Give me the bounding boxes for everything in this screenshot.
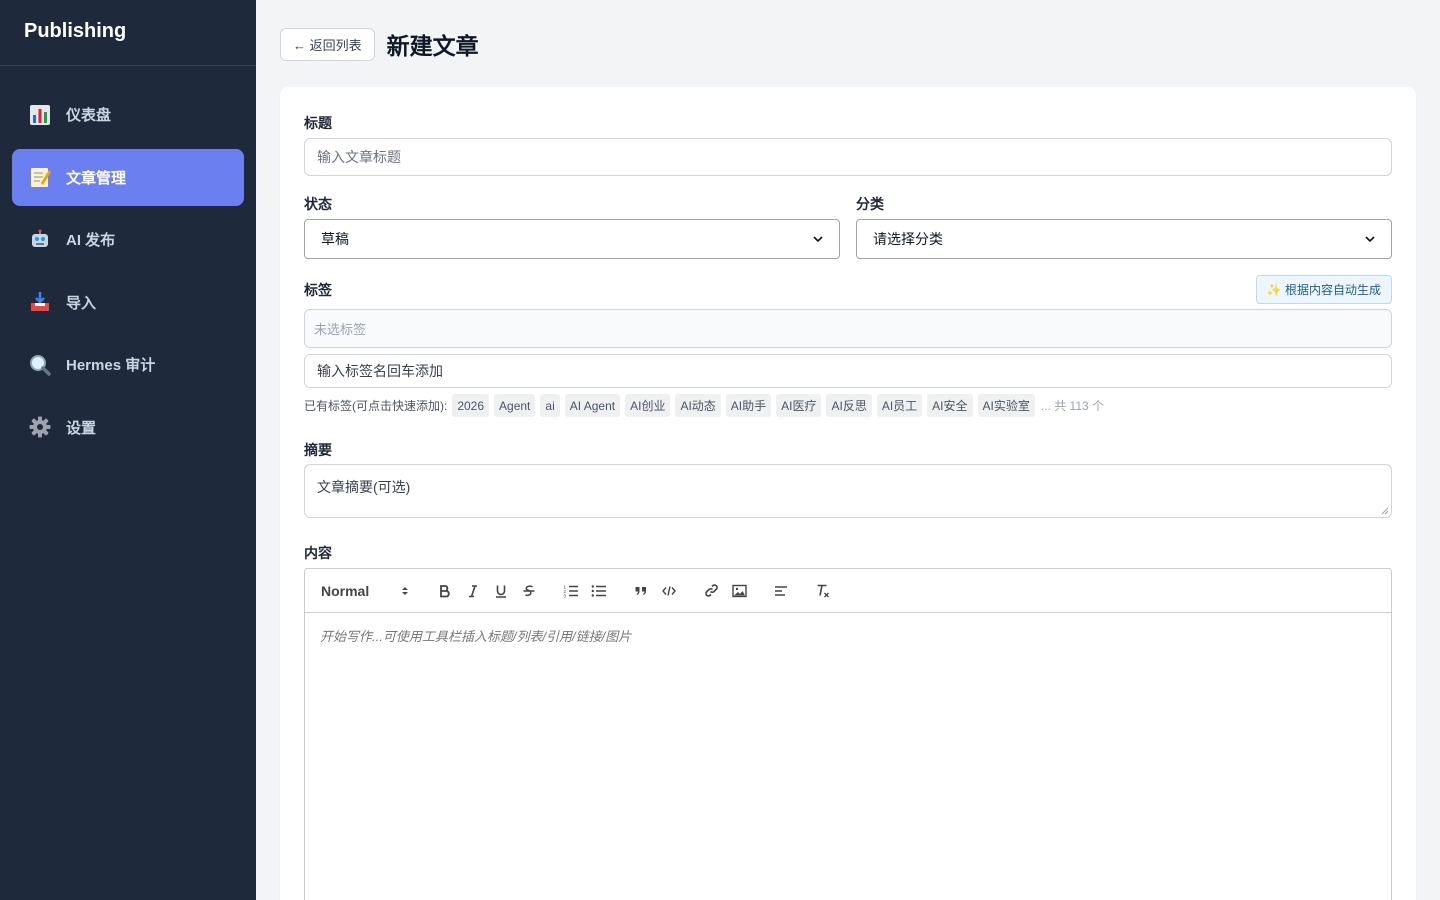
blockquote-icon[interactable] — [627, 579, 655, 603]
sidebar-item-hermes-audit[interactable]: Hermes 审计 — [12, 336, 244, 393]
sidebar-item-label: Hermes 审计 — [66, 357, 156, 374]
sidebar-item-label: AI 发布 — [66, 232, 116, 249]
category-label: 分类 — [856, 196, 884, 212]
sidebar-item-label: 设置 — [66, 419, 97, 437]
back-to-list-button[interactable]: ← 返回列表 — [280, 27, 375, 61]
sidebar-item-articles[interactable]: 文章管理 — [12, 148, 244, 206]
resize-handle-icon[interactable] — [1381, 507, 1389, 515]
clear-format-icon[interactable] — [809, 579, 837, 603]
sidebar-item-import[interactable]: 导入 — [12, 274, 244, 331]
brand-logo: Publishing — [0, 0, 256, 66]
main-content: ← 返回列表 新建文章 标题 输入文章标题 状态 草稿 分类 请选择分类 标签 … — [256, 0, 1440, 900]
status-label: 状态 — [304, 196, 332, 212]
rich-text-editor: Normal 123 开始写作...可使用工具栏插入标题/列表/引用/链接/图片 — [304, 568, 1392, 900]
tag-input[interactable]: 输入标签名回车添加 — [304, 354, 1392, 388]
tag-chip[interactable]: AI创业 — [625, 394, 671, 417]
tag-chip[interactable]: ai — [540, 394, 560, 417]
inbox-tray-icon — [28, 290, 52, 314]
code-block-icon[interactable] — [655, 579, 683, 603]
page-title: 新建文章 — [386, 33, 479, 59]
link-icon[interactable] — [697, 579, 725, 603]
tag-chip[interactable]: AI员工 — [876, 394, 923, 417]
sidebar-item-dashboard[interactable]: 仪表盘 — [12, 86, 244, 143]
existing-tags-row: 已有标签(可点击快速添加): 2026 Agent ai AI Agent AI… — [304, 394, 1104, 417]
existing-tags-more: ... 共 113 个 — [1040, 399, 1104, 413]
tag-chip[interactable]: AI反思 — [826, 394, 872, 417]
summary-label: 摘要 — [304, 442, 332, 458]
summary-textarea[interactable]: 文章摘要(可选) — [304, 464, 1392, 518]
article-form: 标题 输入文章标题 状态 草稿 分类 请选择分类 标签 ✨ 根据内容自动生成 未… — [280, 87, 1416, 900]
sidebar: Publishing 仪表盘 文章管理 AI 发布 导入 Hermes 审计 设… — [0, 0, 256, 900]
heading-select-value: Normal — [321, 582, 370, 599]
bullet-list-icon[interactable] — [585, 579, 613, 603]
ordered-list-icon[interactable]: 123 — [557, 579, 585, 603]
status-select[interactable]: 草稿 — [304, 219, 840, 259]
auto-generate-tags-button[interactable]: ✨ 根据内容自动生成 — [1255, 275, 1392, 304]
title-placeholder: 输入文章标题 — [317, 149, 401, 165]
sidebar-item-ai-publish[interactable]: AI 发布 — [12, 211, 244, 268]
strikethrough-icon[interactable] — [515, 579, 543, 603]
content-label: 内容 — [304, 545, 332, 561]
tag-chip[interactable]: Agent — [494, 394, 536, 417]
chevron-down-icon — [813, 236, 823, 243]
italic-icon[interactable] — [459, 579, 487, 603]
tag-chip[interactable]: AI Agent — [564, 394, 621, 417]
align-left-icon[interactable] — [767, 579, 795, 603]
page-header: ← 返回列表 新建文章 — [280, 27, 479, 61]
sidebar-nav: 仪表盘 文章管理 AI 发布 导入 Hermes 审计 设置 — [0, 66, 256, 481]
heading-select[interactable]: Normal — [321, 583, 409, 599]
tag-chip[interactable]: AI医疗 — [776, 394, 822, 417]
sidebar-item-label: 文章管理 — [66, 169, 127, 187]
title-label: 标题 — [304, 115, 332, 131]
updown-arrows-icon — [402, 586, 408, 595]
category-select[interactable]: 请选择分类 — [856, 219, 1392, 259]
robot-icon — [28, 228, 52, 252]
editor-placeholder: 开始写作...可使用工具栏插入标题/列表/引用/链接/图片 — [320, 629, 632, 644]
bar-chart-icon — [28, 103, 52, 127]
sidebar-item-label: 导入 — [66, 294, 97, 312]
tag-chip[interactable]: AI安全 — [927, 394, 973, 417]
editor-content-area[interactable]: 开始写作...可使用工具栏插入标题/列表/引用/链接/图片 — [305, 613, 1391, 658]
gear-icon — [28, 415, 52, 439]
underline-icon[interactable] — [487, 579, 515, 603]
category-value: 请选择分类 — [873, 231, 943, 247]
sidebar-item-settings[interactable]: 设置 — [12, 399, 244, 456]
selected-tags-empty: 未选标签 — [314, 322, 367, 337]
magnifier-icon — [28, 353, 52, 377]
editor-toolbar: Normal 123 — [305, 569, 1391, 613]
summary-placeholder: 文章摘要(可选) — [317, 479, 411, 495]
image-icon[interactable] — [725, 579, 753, 603]
svg-text:3: 3 — [564, 593, 567, 598]
existing-tags-prefix: 已有标签(可点击快速添加): — [304, 399, 448, 413]
memo-icon — [28, 165, 52, 189]
tag-chip[interactable]: AI动态 — [675, 394, 721, 417]
status-value: 草稿 — [321, 231, 349, 247]
tag-chip[interactable]: AI助手 — [725, 394, 772, 417]
tag-chip[interactable]: AI实验室 — [977, 394, 1035, 417]
tags-label: 标签 — [304, 282, 332, 298]
bold-icon[interactable] — [431, 579, 459, 603]
chevron-down-icon — [1365, 236, 1375, 243]
title-input[interactable]: 输入文章标题 — [304, 138, 1392, 176]
selected-tags-box: 未选标签 — [304, 309, 1392, 348]
tag-input-placeholder: 输入标签名回车添加 — [317, 363, 443, 379]
sidebar-item-label: 仪表盘 — [66, 107, 112, 124]
tag-chip[interactable]: 2026 — [452, 394, 490, 417]
